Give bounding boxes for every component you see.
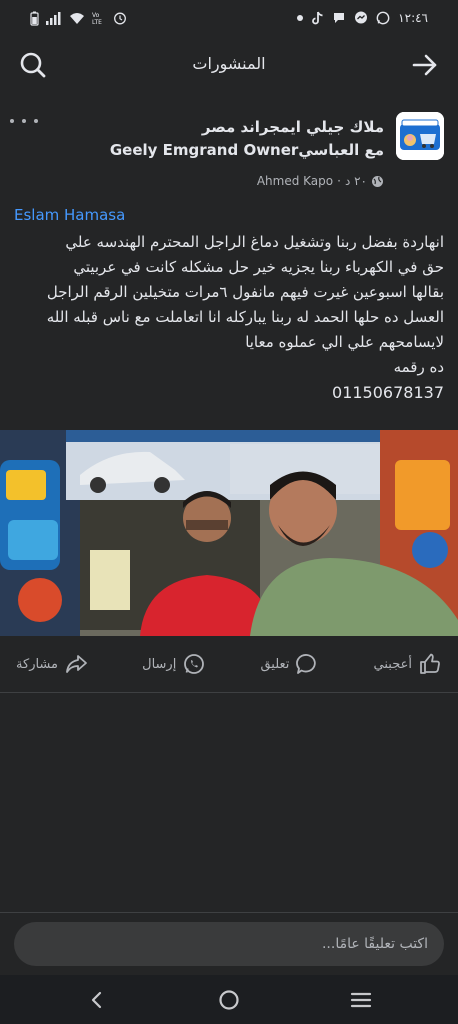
post-actions: أعجبني تعليق إرسال مشاركة: [0, 646, 458, 682]
post-body-line: انهاردة بفضل ربنا وتشغيل دماغ الراجل الم…: [65, 233, 444, 251]
svg-text:LTE: LTE: [92, 19, 102, 25]
chat-bubble-icon: [334, 13, 345, 23]
comment-icon: [296, 654, 317, 674]
messenger-icon: [355, 11, 368, 24]
recents-button[interactable]: [348, 987, 374, 1013]
page-title: المنشورات: [192, 54, 266, 73]
home-button[interactable]: [216, 987, 242, 1013]
tiktok-icon: [312, 11, 323, 25]
status-time: ١٢:٤٦: [398, 11, 428, 25]
alarm-icon: [114, 12, 126, 25]
like-button[interactable]: أعجبني: [374, 646, 442, 682]
group-title[interactable]: ملاك جيلي ايمجراند مصر مع العباسيGeely E…: [44, 116, 384, 162]
dot-icon: [297, 15, 304, 21]
comment-label: تعليق: [260, 656, 290, 672]
group-avatar[interactable]: [396, 112, 444, 160]
status-right: ١٢:٤٦: [297, 10, 428, 26]
arrow-right-icon: [412, 54, 437, 76]
share-button[interactable]: مشاركة: [16, 646, 88, 682]
group-title-line: ملاك جيلي ايمجراند مصر: [201, 118, 384, 136]
share-label: مشاركة: [16, 656, 58, 672]
forward-button[interactable]: [408, 48, 442, 82]
group-title-line: مع العباسيGeely Emgrand Owner: [109, 141, 384, 159]
group-logo-icon: [396, 112, 444, 160]
system-nav-bar: [0, 975, 458, 1024]
whatsapp-icon: [184, 654, 205, 674]
post-body: انهاردة بفضل ربنا وتشغيل دماغ الراجل الم…: [12, 230, 444, 405]
comment-input[interactable]: اكتب تعليقًا عامًا...: [14, 922, 444, 966]
globe-icon: [372, 175, 383, 187]
share-icon: [66, 655, 87, 673]
recents-icon: [350, 992, 372, 1008]
comment-button[interactable]: تعليق: [260, 646, 319, 682]
svg-text:Vo: Vo: [92, 12, 100, 19]
phone-number[interactable]: 01150678137: [12, 380, 444, 405]
send-label: إرسال: [142, 656, 177, 672]
volte-icon: VoLTE: [92, 12, 102, 25]
post-photo[interactable]: [0, 430, 458, 636]
home-circle-icon: [219, 990, 239, 1010]
battery-icon: [30, 11, 39, 26]
post-photo-image: [0, 430, 458, 636]
post-author[interactable]: Ahmed Kapo: [257, 174, 333, 188]
comment-composer: اكتب تعليقًا عامًا...: [0, 912, 458, 975]
post-meta: ٢٠ د · Ahmed Kapo: [257, 174, 384, 188]
more-dot-icon: [22, 119, 26, 123]
mentioned-user-link[interactable]: Eslam Hamasa: [14, 206, 125, 224]
post-body-line: بقالها اسبوعين غيرت فيهم مانفول ٦مرات مت…: [46, 283, 444, 301]
like-label: أعجبني: [373, 656, 412, 672]
app-bar: المنشورات: [0, 38, 458, 92]
signal-icon: [46, 11, 61, 25]
more-dot-icon: [10, 119, 14, 123]
whatsapp-icon: [376, 11, 390, 25]
post-body-line: حق في الكهرباء ربنا يجزيه خير حل مشكله ك…: [73, 258, 444, 276]
meta-separator: ·: [337, 174, 341, 188]
more-options-button[interactable]: [10, 112, 38, 130]
back-chevron-icon: [91, 991, 102, 1009]
more-dot-icon: [34, 119, 38, 123]
post-body-line: لايسامحهم علي الي عملوه معايا: [245, 333, 444, 351]
wifi-icon: [70, 12, 84, 24]
post-time: ٢٠ د: [344, 174, 367, 188]
post-header: ملاك جيلي ايمجراند مصر مع العباسيGeely E…: [0, 108, 458, 198]
status-left: Vo LTE: [30, 10, 127, 26]
thumbs-up-icon: [420, 653, 440, 674]
back-button[interactable]: [84, 987, 110, 1013]
post-body-line: العسل ده حلها الحمد له ربنا يباركله انا …: [46, 308, 444, 326]
send-button[interactable]: إرسال: [142, 646, 206, 682]
actions-divider: [0, 692, 458, 693]
post-body-line: ده رقمه: [393, 358, 444, 376]
status-bar: Vo LTE ١٢:٤٦: [0, 0, 458, 36]
comment-placeholder: اكتب تعليقًا عامًا...: [321, 936, 428, 952]
